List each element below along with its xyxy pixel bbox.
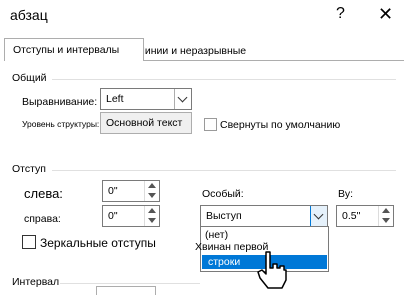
arrow-up-icon[interactable] [382, 208, 390, 213]
window-title: абзац [10, 7, 48, 23]
collapsed-checkbox[interactable] [204, 118, 217, 131]
by-label: Ву: [338, 188, 354, 200]
left-indent-value: 0" [108, 185, 118, 197]
arrow-down-icon[interactable] [382, 218, 390, 223]
tab-line-page-breaks[interactable]: Линии и неразрывные перерывы [130, 40, 296, 79]
by-spinner[interactable]: 0.5" [336, 205, 394, 227]
left-indent-spinner[interactable]: 0" [102, 180, 160, 202]
pointer-cursor-icon [257, 251, 287, 289]
arrow-down-icon[interactable] [148, 218, 156, 223]
mirror-indents-label: Зеркальные отступы [40, 236, 156, 250]
indent-divider [52, 170, 396, 171]
right-indent-spinner[interactable]: 0" [102, 205, 160, 227]
arrow-down-icon[interactable] [148, 193, 156, 198]
tab-label: Отступы и интервалы [13, 44, 120, 56]
outline-level-select[interactable]: Основной текст [100, 112, 192, 134]
right-indent-label: справа: [24, 213, 61, 225]
left-indent-label: слева: [24, 186, 63, 201]
title-bar: абзац ? ✕ [0, 0, 410, 34]
close-icon[interactable]: ✕ [378, 4, 393, 25]
arrow-up-icon[interactable] [148, 208, 156, 213]
indent-section-title: Отступ [12, 163, 46, 175]
right-indent-value: 0" [108, 210, 118, 222]
special-select[interactable]: Выступ [200, 205, 328, 227]
dropdown-option[interactable]: (нет) [205, 229, 228, 241]
arrow-up-icon[interactable] [148, 183, 156, 188]
general-section-title: Общий [12, 72, 47, 84]
outline-level-value: Основной текст [106, 117, 183, 129]
alignment-value: Left [106, 93, 124, 105]
collapsed-label: Свернуты по умолчанию [220, 119, 341, 131]
spacing-section-title: Интервал [12, 276, 60, 288]
spacing-divider [60, 283, 200, 284]
alignment-select[interactable]: Left [100, 88, 192, 110]
chevron-down-icon[interactable] [174, 89, 191, 109]
outline-level-label: Уровень структуры: [22, 119, 100, 129]
mirror-indents-checkbox[interactable] [22, 235, 36, 249]
special-label: Особый: [202, 188, 244, 200]
by-value: 0.5" [342, 210, 361, 222]
alignment-label: Выравнивание: [22, 96, 98, 108]
general-divider [52, 79, 396, 80]
dropdown-option-label: строки [208, 256, 241, 268]
tab-indents-spacing[interactable]: Отступы и интервалы [4, 38, 144, 61]
help-icon[interactable]: ? [336, 5, 345, 23]
special-value: Выступ [206, 210, 242, 222]
chevron-down-icon[interactable] [310, 206, 327, 226]
